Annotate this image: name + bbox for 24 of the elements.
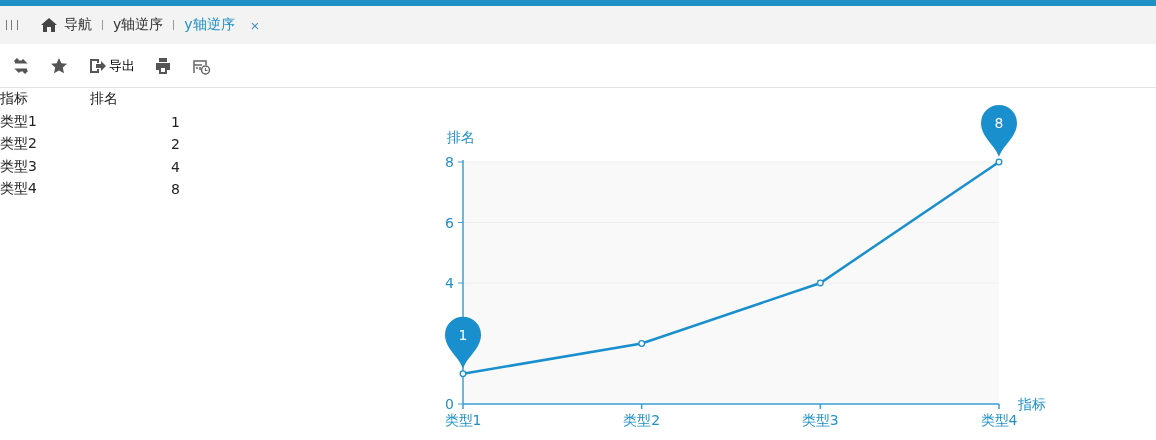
table-cell-text: 类型2 [0, 135, 38, 154]
table-cell-text: 类型4 [0, 180, 38, 199]
table-cell-text: 4 [170, 158, 180, 175]
table-cell-text: 1 [170, 113, 180, 130]
column-header: 排名 [90, 90, 119, 109]
axis-label: 4 [445, 275, 454, 291]
axis-label: 0 [445, 396, 454, 412]
annotation: 8 [994, 115, 1004, 131]
table-cell-text: 8 [170, 181, 180, 198]
axis-label: 类型4 [980, 412, 1018, 428]
table-cell-text: 类型1 [0, 112, 38, 131]
column-header: 指标 [0, 90, 29, 109]
axis-title: 排名 [447, 129, 475, 145]
value-marker: 1 [445, 316, 481, 369]
axis-label: 6 [445, 214, 454, 231]
axis-label: 类型1 [444, 412, 482, 428]
axis-label: 8 [445, 154, 454, 170]
axis-label: 类型2 [623, 412, 661, 428]
axis-label: 类型3 [801, 412, 839, 428]
axis-title: 指标 [1018, 396, 1046, 412]
value-marker: 8 [981, 105, 1017, 157]
annotation: 1 [458, 326, 468, 343]
table-cell-text: 2 [170, 136, 180, 153]
table-cell-text: 类型3 [0, 157, 38, 176]
